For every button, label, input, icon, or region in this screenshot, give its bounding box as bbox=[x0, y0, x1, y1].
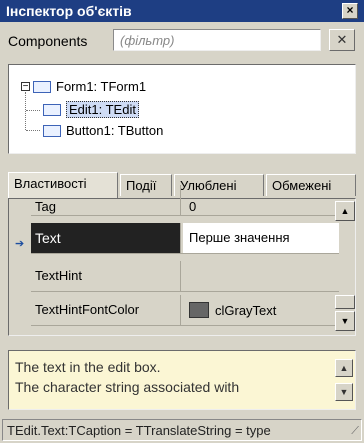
scroll-thumb[interactable] bbox=[335, 295, 355, 309]
property-value[interactable]: clGrayText bbox=[183, 295, 339, 325]
tree-node-edit1[interactable]: Edit1: TEdit bbox=[43, 101, 139, 118]
button-icon bbox=[43, 125, 61, 137]
property-row-texthintfontcolor[interactable]: TextHintFontColor clGrayText bbox=[31, 295, 339, 326]
tree-node-button1[interactable]: Button1: TButton bbox=[43, 123, 163, 138]
hint-line: The text in the edit box. bbox=[15, 359, 161, 375]
property-value[interactable] bbox=[183, 261, 339, 291]
property-hint-box: The text in the edit box. The character … bbox=[8, 350, 356, 410]
tree-connector bbox=[26, 110, 40, 111]
scroll-down-icon[interactable]: ▼ bbox=[335, 311, 355, 331]
color-value: clGrayText bbox=[215, 303, 277, 318]
filter-input[interactable]: (фільтр) bbox=[113, 29, 321, 51]
window-titlebar: Інспектор об'єктів × bbox=[0, 0, 364, 22]
window-title: Інспектор об'єктів bbox=[6, 3, 132, 19]
tree-node-label: Button1: TButton bbox=[66, 123, 164, 138]
collapse-icon[interactable]: − bbox=[21, 82, 30, 92]
property-row-texthint[interactable]: TextHint bbox=[31, 261, 339, 292]
active-row-arrow-icon: ➔ bbox=[15, 238, 25, 250]
property-name: Tag bbox=[31, 185, 181, 215]
component-tree[interactable]: − Form1: TForm1 Edit1: TEdit Button1: TB… bbox=[8, 64, 356, 154]
property-scrollbar[interactable]: ▲ ▼ bbox=[335, 199, 355, 335]
scroll-up-icon[interactable]: ▲ bbox=[335, 201, 355, 221]
property-name: Text bbox=[31, 223, 181, 253]
property-value[interactable]: 0 bbox=[183, 185, 339, 215]
components-label: Components bbox=[8, 33, 88, 49]
property-name: TextHintFontColor bbox=[31, 295, 181, 325]
clear-filter-button[interactable]: ✕ bbox=[329, 29, 355, 51]
edit-icon bbox=[43, 104, 61, 116]
form-icon bbox=[33, 81, 51, 93]
close-icon[interactable]: × bbox=[342, 3, 358, 19]
hint-scroll-down-icon[interactable]: ▼ bbox=[335, 383, 353, 401]
property-name: TextHint bbox=[31, 261, 181, 291]
tree-node-form1[interactable]: Form1: TForm1 bbox=[33, 79, 146, 94]
tree-node-label: Edit1: TEdit bbox=[66, 101, 139, 118]
tree-connector bbox=[25, 92, 26, 130]
color-swatch bbox=[189, 302, 209, 318]
hint-scroll-up-icon[interactable]: ▲ bbox=[335, 359, 353, 377]
hint-line: The character string associated with bbox=[15, 379, 240, 395]
status-bar: TEdit.Text:TCaption = TTranslateString =… bbox=[2, 419, 362, 441]
status-text: TEdit.Text:TCaption = TTranslateString =… bbox=[7, 423, 271, 438]
tree-connector bbox=[26, 130, 40, 131]
property-row-tag[interactable]: Tag 0 bbox=[31, 185, 339, 216]
property-row-text[interactable]: Text Перше значення bbox=[31, 223, 339, 254]
tree-node-label: Form1: TForm1 bbox=[56, 79, 147, 94]
property-value-input[interactable]: Перше значення bbox=[183, 223, 339, 253]
property-grid[interactable]: Tag 0 ➔ Text Перше значення TextHint Tex… bbox=[8, 185, 356, 336]
resize-grip-icon[interactable]: ⟋ bbox=[351, 425, 359, 438]
